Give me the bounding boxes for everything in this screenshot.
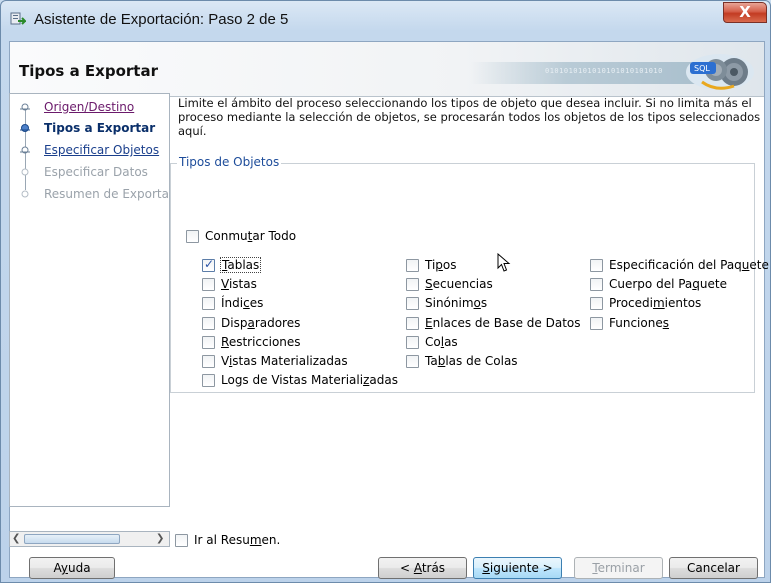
window-title: Asistente de Exportación: Paso 2 de 5 xyxy=(34,11,289,28)
finish-button: Terminar xyxy=(574,557,663,579)
step-resumen-exportacion: Resumen de Exportación xyxy=(10,183,169,205)
cancel-button[interactable]: Cancelar xyxy=(669,557,758,579)
checkbox-box[interactable] xyxy=(202,336,215,349)
step-label: Especificar Datos xyxy=(44,165,148,179)
checkbox-box[interactable] xyxy=(202,297,215,310)
checkbox-box[interactable] xyxy=(202,257,215,272)
checkbox-label: Disparadores xyxy=(221,316,301,330)
step-tipos-a-exportar[interactable]: Tipos a Exportar xyxy=(10,117,169,139)
checkbox-box[interactable] xyxy=(202,374,215,387)
export-wizard-icon xyxy=(10,12,26,25)
checkbox-label: Cuerpo del Paquete xyxy=(609,277,727,291)
wizard-header: 0101010101010101010101010 Tipos a Export… xyxy=(10,42,764,97)
checkbox-label: Vistas Materializadas xyxy=(221,354,348,368)
step-node-icon xyxy=(20,124,30,132)
step-especificar-datos: Especificar Datos xyxy=(10,161,169,183)
checkbox-label: Enlaces de Base de Datos xyxy=(425,316,581,330)
close-icon: X xyxy=(739,3,751,21)
export-wizard-window: Asistente de Exportación: Paso 2 de 5 X … xyxy=(0,0,771,583)
checkbox-label: Vistas xyxy=(221,277,257,291)
checkbox-label: Logs de Vistas Materializadas xyxy=(221,373,398,387)
checkbox-box[interactable] xyxy=(202,278,215,291)
checkbox-label: Tablas xyxy=(219,257,262,273)
header-binary-text: 0101010101010101010101010 xyxy=(545,67,663,75)
back-button[interactable]: < Atrás xyxy=(378,557,467,579)
help-button[interactable]: Ayuda xyxy=(29,557,115,579)
steps-horizontal-scrollbar[interactable]: ❮ ❯ xyxy=(9,531,170,547)
step-label: Resumen de Exportación xyxy=(44,187,169,201)
checkbox-label: Ir al Resumen. xyxy=(194,533,281,547)
checkbox-label: Especificación del Paquete xyxy=(609,258,769,272)
sql-logo-icon: SQL xyxy=(686,54,754,90)
intro-description: Limite el ámbito del proceso seleccionan… xyxy=(178,96,761,138)
checkbox-box[interactable] xyxy=(175,534,188,547)
scroll-left-arrow-icon[interactable]: ❮ xyxy=(12,533,24,545)
mouse-cursor-icon xyxy=(497,253,511,272)
object-types-group-title: Tipos de Objetos xyxy=(177,155,282,169)
sql-logo-text: SQL xyxy=(694,64,710,73)
step-node-icon xyxy=(21,168,29,176)
step-node-icon xyxy=(20,103,30,111)
checkbox-box[interactable] xyxy=(590,278,603,291)
step-origen-destino[interactable]: Origen/Destino xyxy=(10,96,169,118)
checkbox-box[interactable] xyxy=(406,297,419,310)
checkbox-box[interactable] xyxy=(202,355,215,368)
checkbox-box[interactable] xyxy=(406,317,419,330)
close-button[interactable]: X xyxy=(723,2,767,23)
scrollbar-thumb[interactable] xyxy=(24,534,120,544)
checkbox-box[interactable] xyxy=(590,297,603,310)
step-especificar-objetos[interactable]: Especificar Objetos xyxy=(10,139,169,161)
scroll-right-arrow-icon[interactable]: ❯ xyxy=(156,533,168,545)
checkbox-label: Sinónimos xyxy=(425,296,488,310)
step-node-icon xyxy=(20,146,30,154)
step-label: Tipos a Exportar xyxy=(44,121,156,135)
checkbox-box[interactable] xyxy=(202,317,215,330)
checkbox-label: Secuencias xyxy=(425,277,493,291)
checkbox-box[interactable] xyxy=(590,259,603,272)
checkbox-label: Conmutar Todo xyxy=(205,229,297,243)
checkbox-label: Índices xyxy=(221,296,264,310)
checkbox-label: Restricciones xyxy=(221,335,301,349)
checkbox-label: Procedimientos xyxy=(609,296,702,310)
page-title: Tipos a Exportar xyxy=(19,62,158,80)
checkbox-box[interactable] xyxy=(406,278,419,291)
checkbox-box[interactable] xyxy=(406,259,419,272)
checkbox-box[interactable] xyxy=(406,336,419,349)
checkbox-label: Funciones xyxy=(609,316,669,330)
step-node-icon xyxy=(21,190,29,198)
checkbox-box[interactable] xyxy=(590,317,603,330)
checkbox-box[interactable] xyxy=(406,355,419,368)
checkbox-label: Colas xyxy=(425,335,458,349)
title-bar[interactable]: Asistente de Exportación: Paso 2 de 5 X xyxy=(1,1,770,41)
step-label: Especificar Objetos xyxy=(44,143,160,157)
checkbox-label: Tipos xyxy=(425,258,457,272)
next-button[interactable]: Siguiente > xyxy=(473,557,562,579)
checkbox-label: Tablas de Colas xyxy=(425,354,518,368)
checkbox-box[interactable] xyxy=(186,230,199,243)
step-label: Origen/Destino xyxy=(44,100,135,114)
wizard-steps-panel: Origen/Destino Tipos a Exportar Especifi… xyxy=(9,93,170,507)
